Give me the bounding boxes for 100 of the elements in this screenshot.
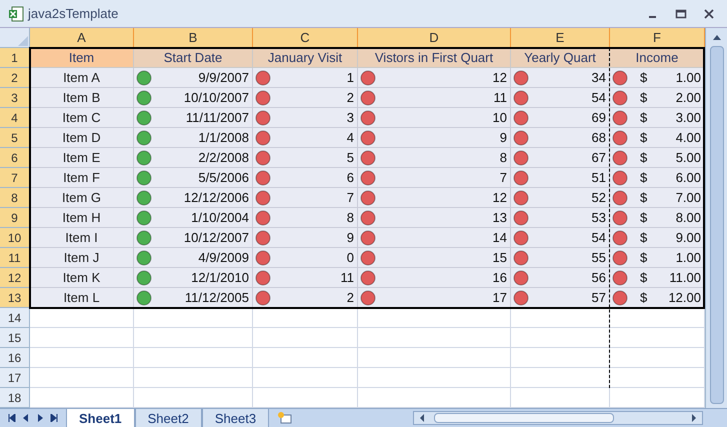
empty-cell[interactable] bbox=[253, 308, 358, 328]
column-header[interactable]: C bbox=[253, 28, 358, 48]
scroll-left-icon[interactable] bbox=[418, 413, 426, 423]
empty-cell[interactable] bbox=[134, 328, 253, 348]
table-cell-text: 51 bbox=[592, 168, 606, 187]
empty-cell[interactable] bbox=[358, 308, 511, 328]
window-title: java2sTemplate bbox=[28, 4, 118, 23]
column-header[interactable]: B bbox=[134, 28, 253, 48]
table-cell: Item B bbox=[30, 88, 134, 108]
sheet-tab[interactable]: Sheet3 bbox=[202, 409, 270, 427]
empty-cell[interactable] bbox=[358, 348, 511, 368]
table-cell-text: 3.00 bbox=[676, 108, 701, 127]
row-header[interactable]: 9 bbox=[0, 208, 30, 228]
table-cell-text: 6.00 bbox=[676, 168, 701, 187]
table-cell-text: 13 bbox=[492, 208, 507, 227]
empty-cell[interactable] bbox=[134, 368, 253, 388]
table-cell-text: 12 bbox=[492, 188, 507, 207]
table-cell: Item J bbox=[30, 248, 134, 268]
row-header[interactable]: 11 bbox=[0, 248, 30, 268]
table-cell-text: 1.00 bbox=[676, 68, 701, 87]
empty-cell[interactable] bbox=[511, 308, 610, 328]
header-cell: Income bbox=[610, 48, 705, 68]
row-header[interactable]: 6 bbox=[0, 148, 30, 168]
currency-symbol: $ bbox=[640, 88, 648, 107]
table-cell-text: 68 bbox=[592, 128, 606, 147]
row-header[interactable]: 8 bbox=[0, 188, 30, 208]
table-cell: Item K bbox=[30, 268, 134, 288]
table-cell-text: 2.00 bbox=[676, 88, 701, 107]
scroll-thumb[interactable] bbox=[710, 46, 724, 404]
row-header[interactable]: 14 bbox=[0, 308, 30, 328]
row-header[interactable]: 1 bbox=[0, 48, 30, 68]
table-cell-text: 10 bbox=[492, 108, 507, 127]
row-header[interactable]: 5 bbox=[0, 128, 30, 148]
empty-cell[interactable] bbox=[511, 328, 610, 348]
table-cell-text: 55 bbox=[592, 248, 606, 267]
table-cell-text: 12/1/2010 bbox=[191, 268, 249, 287]
header-cell: January Visit bbox=[253, 48, 358, 68]
horizontal-scrollbar[interactable] bbox=[413, 411, 703, 425]
table-cell-text: 7 bbox=[500, 168, 507, 187]
row-header[interactable]: 12 bbox=[0, 268, 30, 288]
row-header[interactable]: 10 bbox=[0, 228, 30, 248]
table-cell-text: 9 bbox=[500, 128, 507, 147]
new-sheet-icon[interactable] bbox=[277, 411, 294, 425]
empty-cell[interactable] bbox=[358, 368, 511, 388]
column-header[interactable]: F bbox=[610, 28, 705, 48]
empty-cell[interactable] bbox=[511, 368, 610, 388]
sheet-nav-icon[interactable] bbox=[8, 414, 16, 422]
table-cell-text: 53 bbox=[592, 208, 606, 227]
table-cell-text: 12.00 bbox=[668, 288, 701, 307]
currency-symbol: $ bbox=[640, 128, 648, 147]
currency-symbol: $ bbox=[640, 248, 648, 267]
table-cell-text: 9/9/2007 bbox=[198, 68, 249, 87]
table-cell-text: 10/12/2007 bbox=[184, 228, 249, 247]
table-cell: Item H bbox=[30, 208, 134, 228]
row-header[interactable]: 7 bbox=[0, 168, 30, 188]
row-header[interactable]: 18 bbox=[0, 388, 30, 408]
currency-symbol: $ bbox=[640, 268, 648, 287]
table-cell: Item L bbox=[30, 288, 134, 308]
table-cell-text: 8 bbox=[346, 208, 354, 227]
sheet-tab[interactable]: Sheet2 bbox=[134, 409, 202, 427]
currency-symbol: $ bbox=[640, 168, 648, 187]
empty-cell[interactable] bbox=[358, 328, 511, 348]
column-header[interactable]: E bbox=[511, 28, 610, 48]
currency-symbol: $ bbox=[640, 228, 648, 247]
table-cell: Item I bbox=[30, 228, 134, 248]
row-header[interactable]: 17 bbox=[0, 368, 30, 388]
select-all-button[interactable] bbox=[0, 28, 30, 48]
table-cell-text: 7.00 bbox=[676, 188, 701, 207]
row-header[interactable]: 13 bbox=[0, 288, 30, 308]
empty-cell[interactable] bbox=[134, 348, 253, 368]
column-header[interactable]: A bbox=[30, 28, 134, 48]
maximize-icon[interactable] bbox=[675, 8, 687, 20]
sheet-tab[interactable]: Sheet1 bbox=[66, 409, 135, 427]
table-cell-text: 34 bbox=[592, 68, 606, 87]
table-cell-text: 11.00 bbox=[669, 268, 701, 287]
table-cell-text: 5 bbox=[346, 148, 354, 167]
vertical-scrollbar[interactable] bbox=[705, 28, 727, 408]
table-cell-text: 8 bbox=[500, 148, 507, 167]
empty-cell[interactable] bbox=[253, 348, 358, 368]
row-header[interactable]: 16 bbox=[0, 348, 30, 368]
table-cell: Item F bbox=[30, 168, 134, 188]
row-header[interactable]: 4 bbox=[0, 108, 30, 128]
table-cell-text: 67 bbox=[592, 148, 606, 167]
column-header[interactable]: D bbox=[358, 28, 511, 48]
empty-cell[interactable] bbox=[134, 308, 253, 328]
row-header[interactable]: 15 bbox=[0, 328, 30, 348]
row-header[interactable]: 2 bbox=[0, 68, 30, 88]
scroll-thumb[interactable] bbox=[434, 413, 614, 423]
table-cell: Item E bbox=[30, 148, 134, 168]
table-cell-text: 54 bbox=[592, 228, 606, 247]
header-cell: Vistors in First Quart bbox=[358, 48, 511, 68]
sheet-nav-icon[interactable] bbox=[50, 414, 58, 422]
row-header[interactable]: 3 bbox=[0, 88, 30, 108]
empty-cell[interactable] bbox=[253, 328, 358, 348]
empty-cell[interactable] bbox=[511, 348, 610, 368]
scroll-right-icon[interactable] bbox=[690, 413, 698, 423]
table-cell-text: 15 bbox=[492, 248, 507, 267]
table-cell-text: 1/10/2004 bbox=[191, 208, 249, 227]
close-icon[interactable] bbox=[703, 8, 715, 20]
empty-cell[interactable] bbox=[253, 368, 358, 388]
